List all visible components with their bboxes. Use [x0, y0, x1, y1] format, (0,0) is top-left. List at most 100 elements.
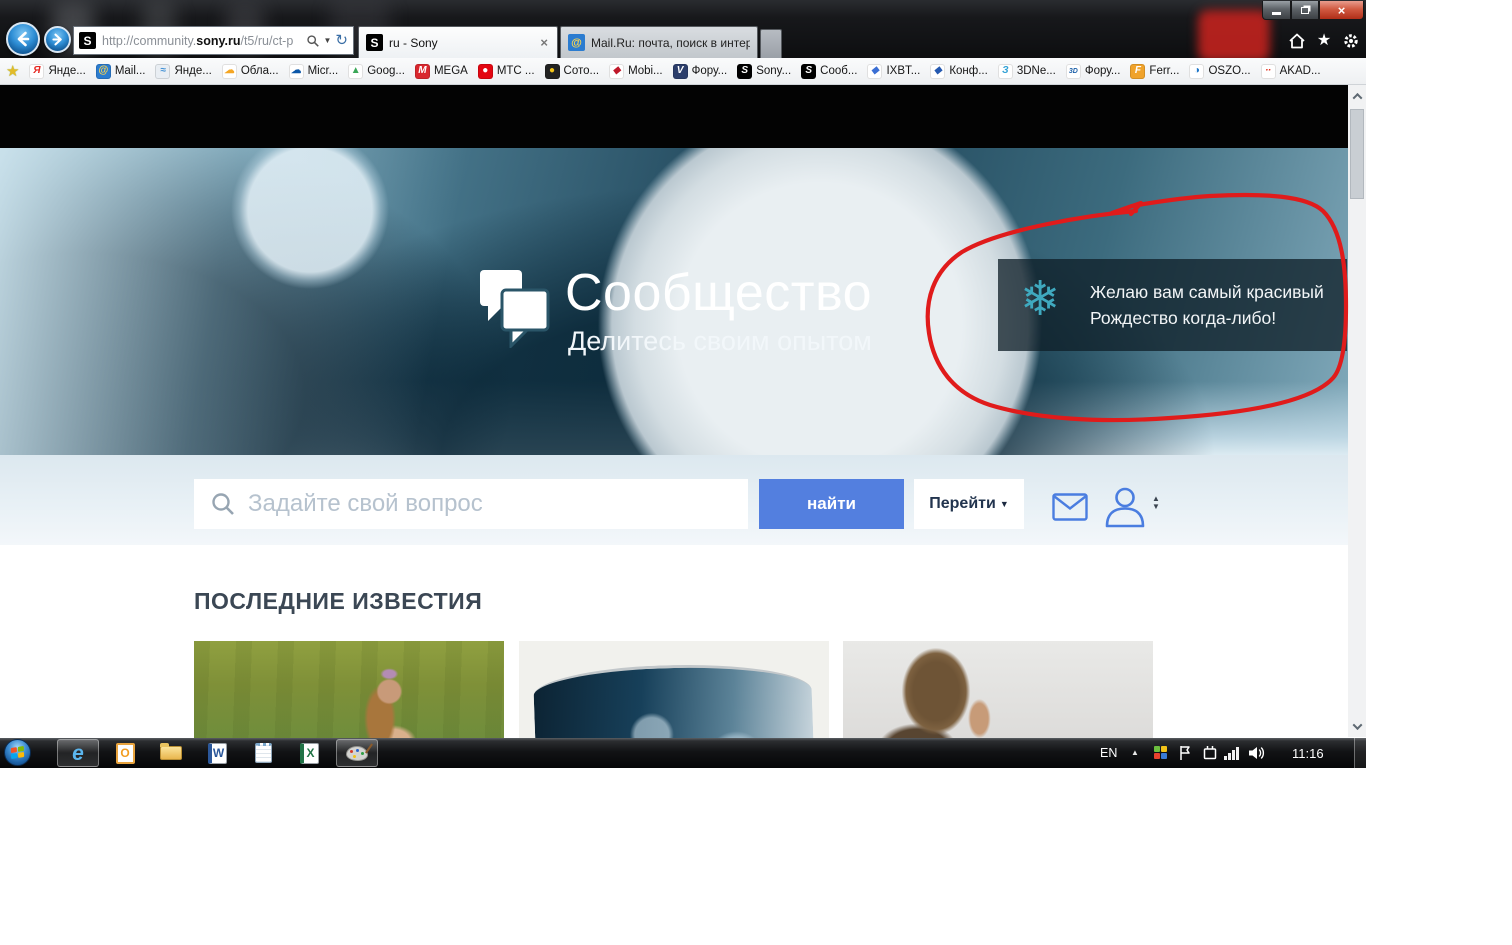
favorite-icon: ◆ [609, 64, 624, 79]
show-desktop-button[interactable] [1354, 738, 1366, 768]
favorites-star-icon[interactable]: ★ [1317, 33, 1331, 49]
scrollbar-thumb[interactable] [1350, 109, 1364, 199]
favorite-item[interactable]: VФору... [673, 64, 728, 79]
tab-close-icon[interactable]: × [538, 35, 550, 50]
favorite-icon: ☁ [222, 64, 237, 79]
tools-gear-icon[interactable] [1342, 32, 1360, 50]
taskbar: e O W X EN ▲ 11:16 [0, 738, 1366, 768]
favorite-item[interactable]: ☁Micr... [289, 64, 339, 79]
favorite-item[interactable]: ◆Mobi... [609, 64, 663, 79]
snowflake-icon: ❄ [1020, 276, 1060, 324]
address-bar[interactable]: S http://community.sony.ru/t5/ru/ct-p ▼ … [73, 26, 354, 55]
desktop-screen: S http://community.sony.ru/t5/ru/ct-p ▼ … [0, 0, 1366, 768]
forward-arrow-icon [51, 33, 64, 46]
find-button[interactable]: найти [759, 479, 904, 529]
restore-button[interactable] [1291, 1, 1319, 20]
favorite-item[interactable]: MMEGA [415, 64, 468, 79]
hero-banner: Сообщество Делитесь своим опытом ❄ Желаю… [0, 148, 1366, 455]
favorite-item[interactable]: ☁Обла... [222, 64, 279, 79]
mailru-favicon: @ [568, 34, 585, 51]
favorite-item[interactable]: ●МТС ... [478, 64, 535, 79]
favorite-icon: ◆ [930, 64, 945, 79]
favorite-icon: M [415, 64, 430, 79]
favorite-icon: ▲ [348, 64, 363, 79]
favorite-icon: @ [96, 64, 111, 79]
profile-sort-arrows[interactable]: ▲ ▼ [1152, 495, 1160, 511]
network-signal-icon[interactable] [1224, 746, 1240, 760]
favorite-icon: S [737, 64, 752, 79]
favorite-icon: З [998, 64, 1013, 79]
favorite-item[interactable]: SSony... [737, 64, 791, 79]
go-button[interactable]: Перейти ▼ [914, 479, 1024, 529]
favorite-icon: F [1130, 64, 1145, 79]
news-card[interactable] [519, 641, 829, 738]
question-input[interactable] [248, 490, 748, 518]
news-card[interactable] [194, 641, 504, 738]
sony-site-header: SONY Интернет-магазин Электроника ▾ Подд… [0, 85, 1366, 148]
close-icon: × [1338, 3, 1346, 18]
news-card[interactable] [843, 641, 1153, 738]
favorite-item[interactable]: З3DNe... [998, 64, 1056, 79]
greeting-banner: ❄ Желаю вам самый красивый Рождество ког… [998, 259, 1347, 351]
news-section-title: ПОСЛЕДНИЕ ИЗВЕСТИЯ [194, 588, 482, 615]
page-content: ПОСЛЕДНИЕ ИЗВЕСТИЯ [0, 545, 1366, 738]
language-indicator[interactable]: EN [1100, 746, 1117, 760]
tab-mailru[interactable]: @ Mail.Ru: почта, поиск в интер... [560, 26, 758, 58]
browser-titlebar: S http://community.sony.ru/t5/ru/ct-p ▼ … [0, 0, 1366, 58]
favorite-item[interactable]: 3DФору... [1066, 64, 1121, 79]
action-center-flag-icon[interactable] [1178, 745, 1193, 761]
volume-icon[interactable] [1248, 745, 1266, 761]
system-tray: EN ▲ 11:16 [0, 738, 1366, 768]
tv-image [533, 660, 815, 738]
address-search-icon[interactable] [306, 34, 320, 48]
hero-title: Сообщество [565, 263, 872, 323]
favorite-item[interactable]: ≈Янде... [155, 64, 211, 79]
favorite-icon: ◆ [867, 64, 882, 79]
refresh-icon[interactable]: ↻ [335, 33, 348, 48]
minimize-button[interactable] [1262, 1, 1291, 20]
search-band: найти Перейти ▼ ▲ ▼ [0, 455, 1366, 545]
favorite-item[interactable]: @Mail... [96, 64, 146, 79]
new-tab-button[interactable] [760, 29, 782, 58]
favorite-item[interactable]: ∙∙AKAD... [1261, 64, 1321, 79]
favorite-item[interactable]: ◑OSZO... [1189, 64, 1250, 79]
community-chat-icon [478, 266, 552, 348]
favorite-icon: ● [545, 64, 560, 79]
scrollbar-down-arrow[interactable] [1348, 717, 1366, 735]
browser-back-button[interactable] [6, 22, 40, 56]
address-dropdown-icon[interactable]: ▼ [324, 36, 332, 45]
favorite-item[interactable]: ЯЯнде... [29, 64, 85, 79]
profile-icon[interactable] [1102, 486, 1148, 528]
favorite-item[interactable]: ◆IXBT... [867, 64, 920, 79]
favorite-item[interactable]: ▲Goog... [348, 64, 405, 79]
favorite-icon: 3D [1066, 64, 1081, 79]
url-text: http://community.sony.ru/t5/ru/ct-p [102, 34, 306, 48]
antivirus-icon[interactable] [1154, 746, 1168, 760]
safely-remove-icon[interactable] [1202, 745, 1218, 761]
scrollbar-up-arrow[interactable] [1348, 87, 1366, 105]
home-icon[interactable] [1288, 33, 1306, 49]
tab-title: ru - Sony [389, 36, 538, 50]
page-scrollbar[interactable] [1348, 85, 1366, 737]
chevron-down-icon: ▼ [1000, 499, 1009, 509]
sort-down-icon: ▼ [1152, 503, 1160, 511]
favorite-icon: V [673, 64, 688, 79]
browser-forward-button[interactable] [44, 26, 71, 53]
browser-toolbar: ★ [1288, 29, 1360, 53]
close-button[interactable]: × [1319, 1, 1364, 20]
favorites-bar: ★ ЯЯнде... @Mail... ≈Янде... ☁Обла... ☁M… [0, 58, 1366, 85]
favorite-icon: S [801, 64, 816, 79]
add-favorite-icon[interactable]: ★ [6, 62, 19, 80]
favorite-item[interactable]: FFerr... [1130, 64, 1179, 79]
taskbar-clock[interactable]: 11:16 [1292, 746, 1324, 761]
favorite-item[interactable]: SСооб... [801, 64, 857, 79]
tab-ru-sony[interactable]: S ru - Sony × [358, 26, 558, 58]
tab-title: Mail.Ru: почта, поиск в интер... [591, 36, 750, 50]
favorite-item[interactable]: ●Сото... [545, 64, 600, 79]
restore-icon [1301, 7, 1309, 14]
hidden-icons-arrow[interactable]: ▲ [1131, 748, 1139, 757]
search-icon [210, 491, 236, 517]
mail-icon[interactable] [1052, 493, 1088, 521]
favorite-icon: Я [29, 64, 44, 79]
favorite-item[interactable]: ◆Конф... [930, 64, 988, 79]
